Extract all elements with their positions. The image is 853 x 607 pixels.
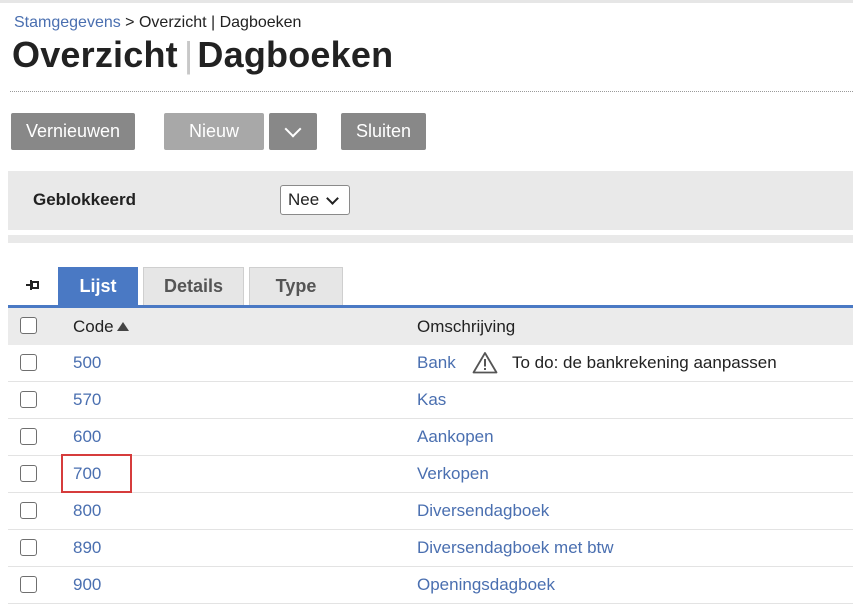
highlight-box	[61, 454, 132, 493]
new-dropdown-button[interactable]	[269, 113, 317, 150]
row-code-link[interactable]: 900	[73, 575, 101, 595]
chevron-down-icon	[326, 191, 340, 205]
header-divider	[10, 91, 853, 92]
row-note: To do: de bankrekening aanpassen	[512, 353, 777, 372]
row-checkbox[interactable]	[20, 465, 37, 482]
column-header-omschrijving[interactable]: Omschrijving	[417, 317, 515, 337]
row-checkbox[interactable]	[20, 539, 37, 556]
row-code-link[interactable]: 570	[73, 390, 101, 410]
breadcrumb: Stamgegevens > Overzicht | Dagboeken	[14, 14, 301, 32]
row-checkbox[interactable]	[20, 428, 37, 445]
row-description-link[interactable]: Diversendagboek	[417, 501, 549, 521]
filter-panel-footer	[8, 235, 853, 243]
table-row[interactable]: 600 Aankopen	[8, 419, 853, 456]
row-code-link[interactable]: 890	[73, 538, 101, 558]
refresh-button[interactable]: Vernieuwen	[11, 113, 135, 150]
page-title-part2: Dagboeken	[197, 34, 394, 75]
row-description-link[interactable]: Kas	[417, 390, 446, 410]
table-row[interactable]: 800 Diversendagboek	[8, 493, 853, 530]
sort-ascending-icon	[116, 322, 129, 331]
tab-lijst[interactable]: Lijst	[58, 267, 138, 305]
filter-panel: Geblokkeerd Nee	[8, 171, 853, 230]
table-header: Code Omschrijving	[8, 308, 853, 345]
table-row[interactable]: 570 Kas	[8, 382, 853, 419]
breadcrumb-link-stamgegevens[interactable]: Stamgegevens	[14, 14, 121, 31]
tab-type[interactable]: Type	[249, 267, 343, 305]
top-border	[0, 0, 853, 3]
page-title-part1: Overzicht	[12, 34, 178, 75]
table-row[interactable]: 900 Openingsdagboek	[8, 567, 853, 604]
row-description-link[interactable]: Aankopen	[417, 427, 494, 447]
column-header-code[interactable]: Code	[73, 317, 129, 337]
filter-label-geblokkeerd: Geblokkeerd	[33, 190, 136, 209]
row-checkbox[interactable]	[20, 502, 37, 519]
tab-details[interactable]: Details	[143, 267, 244, 305]
table-row[interactable]: 500 Bank To do: de bankrekening aanpasse…	[8, 345, 853, 382]
select-all-checkbox[interactable]	[20, 317, 37, 334]
page-title-separator: |	[183, 34, 194, 75]
row-checkbox[interactable]	[20, 576, 37, 593]
new-button[interactable]: Nieuw	[164, 113, 264, 150]
close-button[interactable]: Sluiten	[341, 113, 426, 150]
row-checkbox[interactable]	[20, 354, 37, 371]
table-row[interactable]: 890 Diversendagboek met btw	[8, 530, 853, 567]
row-description-link[interactable]: Openingsdagboek	[417, 575, 555, 595]
row-code-link[interactable]: 600	[73, 427, 101, 447]
row-checkbox[interactable]	[20, 391, 37, 408]
pin-icon[interactable]	[26, 278, 40, 292]
warning-icon	[472, 352, 498, 374]
breadcrumb-current: > Overzicht | Dagboeken	[120, 14, 302, 31]
row-description-link[interactable]: Diversendagboek met btw	[417, 538, 614, 558]
column-header-code-label: Code	[73, 317, 114, 336]
table-row[interactable]: 700 Verkopen	[8, 456, 853, 493]
journals-table: Code Omschrijving 500 Bank To do: de ban…	[8, 308, 853, 604]
page-title: Overzicht | Dagboeken	[12, 34, 393, 76]
row-code-link[interactable]: 800	[73, 501, 101, 521]
geblokkeerd-select-value: Nee	[288, 190, 320, 209]
row-code-link[interactable]: 500	[73, 353, 101, 373]
geblokkeerd-select[interactable]: Nee	[280, 185, 350, 215]
row-description-link[interactable]: Bank	[417, 353, 456, 373]
row-description-link[interactable]: Verkopen	[417, 464, 489, 484]
chevron-down-icon	[284, 120, 302, 138]
